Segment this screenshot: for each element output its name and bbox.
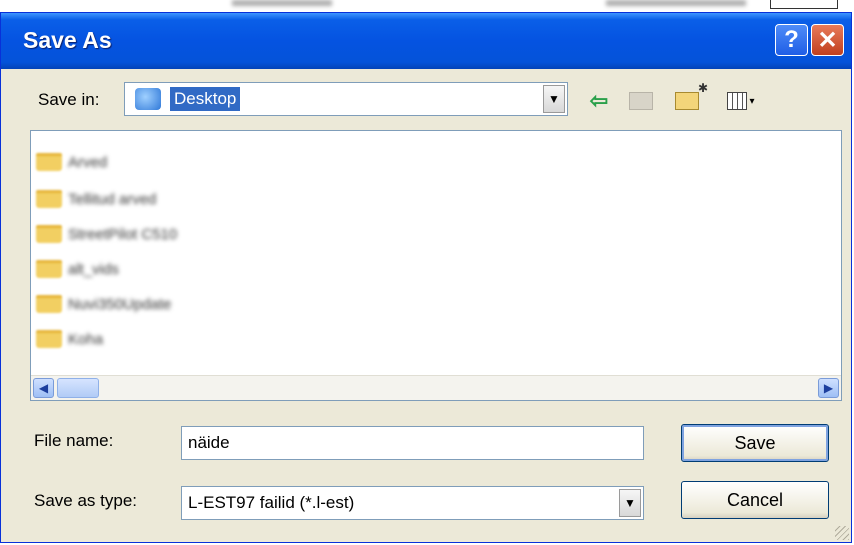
scroll-thumb[interactable] [57, 378, 99, 398]
desktop-icon [135, 88, 161, 110]
save-in-value: Desktop [170, 87, 241, 111]
views-menu-icon[interactable]: ▾ [721, 89, 761, 113]
folder-icon [36, 153, 62, 171]
close-button[interactable]: ✕ [811, 24, 844, 56]
folder-icon [36, 260, 62, 278]
chevron-down-icon: ▾ [749, 95, 755, 107]
folder-icon [36, 330, 62, 348]
help-button[interactable]: ? [775, 24, 808, 56]
view-grid-icon [727, 92, 748, 110]
resize-grip[interactable] [835, 526, 849, 540]
cancel-button[interactable]: Cancel [681, 481, 829, 519]
folder-name: StreetPilot C510 [68, 225, 178, 243]
list-item[interactable]: Tellitud arved [36, 187, 156, 211]
list-item[interactable]: alt_vids [36, 257, 119, 281]
folder-name: Arved [68, 153, 108, 171]
up-folder-icon[interactable] [627, 89, 655, 113]
new-folder-icon[interactable] [673, 81, 708, 113]
list-item[interactable]: StreetPilot C510 [36, 222, 177, 246]
dialog-title: Save As [23, 27, 112, 53]
save-type-value: L-EST97 failid (*.l-est) [188, 493, 355, 512]
scroll-right-icon[interactable]: ▶ [818, 378, 839, 398]
folder-icon [36, 190, 62, 208]
folder-name: alt_vids [68, 260, 119, 278]
list-item[interactable]: Koha [36, 327, 103, 351]
background-window-strip [0, 0, 854, 10]
blurred-text [232, 0, 332, 6]
save-in-dropdown[interactable]: Desktop ▼ [124, 82, 568, 116]
file-name-input[interactable]: näide [181, 426, 644, 460]
horizontal-scrollbar[interactable]: ◀ ▶ [31, 375, 841, 400]
save-as-dialog: Save As ? ✕ Save in: Desktop ▼ ⇦ ▾ Arved… [0, 12, 852, 543]
save-type-dropdown[interactable]: L-EST97 failid (*.l-est) ▼ [181, 486, 644, 520]
background-box [770, 0, 838, 9]
file-name-label: File name: [34, 431, 114, 450]
list-item[interactable]: Arved [36, 150, 107, 174]
back-arrow-icon[interactable]: ⇦ [585, 88, 613, 113]
folder-name: Koha [68, 330, 104, 348]
folder-icon [36, 225, 62, 243]
title-bar[interactable]: Save As ? ✕ [1, 13, 851, 69]
save-in-label: Save in: [38, 90, 100, 109]
chevron-down-icon[interactable]: ▼ [619, 489, 641, 517]
list-item[interactable]: Nuvi350Update [36, 292, 171, 316]
folder-name: Tellitud arved [68, 190, 157, 208]
folder-icon [36, 295, 62, 313]
save-type-label: Save as type: [34, 491, 138, 510]
scroll-left-icon[interactable]: ◀ [33, 378, 54, 398]
save-button[interactable]: Save [681, 424, 829, 462]
file-list[interactable]: Arved Tellitud arved StreetPilot C510 al… [30, 130, 842, 401]
blurred-text [606, 0, 746, 6]
folder-name: Nuvi350Update [68, 295, 172, 313]
chevron-down-icon[interactable]: ▼ [543, 85, 565, 113]
